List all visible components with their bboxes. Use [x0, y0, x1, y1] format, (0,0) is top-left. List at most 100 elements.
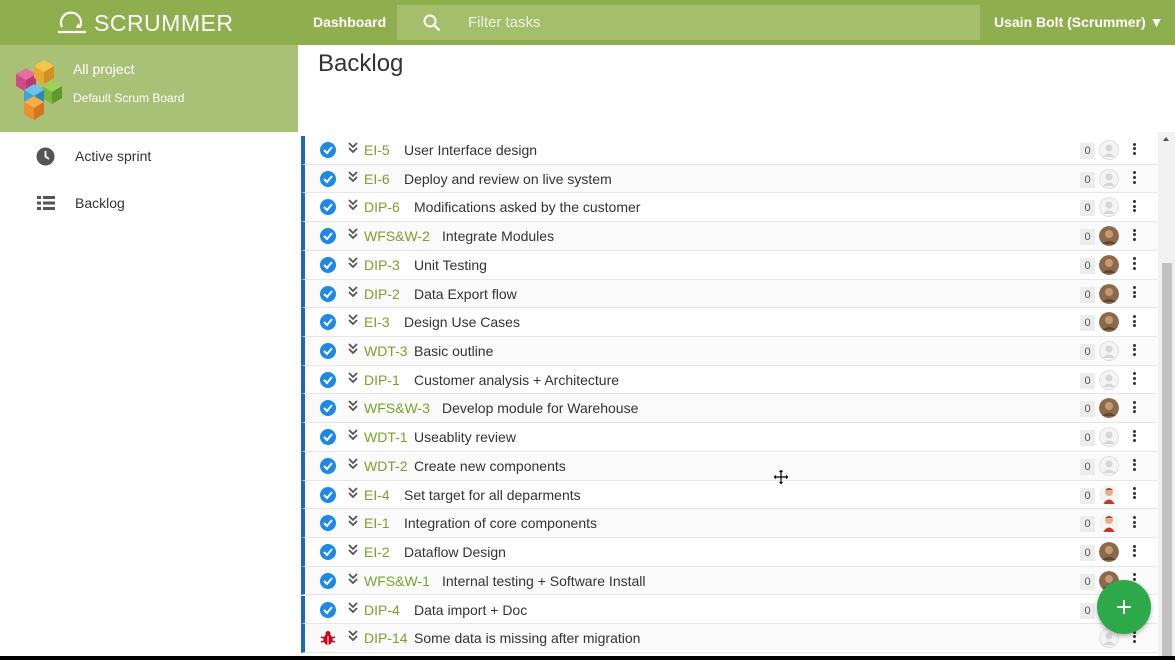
logo[interactable]: SCRUMMER [56, 9, 233, 37]
done-check-icon[interactable] [320, 314, 336, 331]
task-menu-icon[interactable] [1131, 198, 1137, 216]
task-key[interactable]: EI-5 [364, 142, 390, 158]
task-title[interactable]: Basic outline [414, 343, 493, 359]
sidebar-item-backlog[interactable]: Backlog [0, 183, 298, 223]
user-avatar-placeholder[interactable] [1099, 427, 1119, 448]
task-key[interactable]: DIP-3 [364, 257, 400, 273]
task-menu-icon[interactable] [1131, 342, 1137, 360]
task-row[interactable]: WDT-2 Create new components 0 [301, 451, 1157, 481]
task-title[interactable]: User Interface design [404, 142, 537, 158]
user-avatar-placeholder[interactable] [1099, 455, 1119, 476]
done-check-icon[interactable] [320, 343, 336, 360]
done-check-icon[interactable] [320, 544, 336, 561]
user-avatar[interactable] [1099, 513, 1119, 534]
add-task-button[interactable] [1097, 580, 1151, 634]
task-row[interactable]: WFS&W-2 Integrate Modules 0 [301, 222, 1157, 251]
user-avatar-placeholder[interactable] [1099, 369, 1119, 390]
task-row[interactable]: DIP-2 Data Export flow 0 [301, 279, 1157, 309]
task-row[interactable]: EI-2 Dataflow Design 0 [301, 538, 1157, 567]
done-check-icon[interactable] [320, 371, 336, 388]
done-check-icon[interactable] [320, 457, 336, 474]
user-avatar[interactable] [1099, 398, 1119, 419]
task-key[interactable]: WDT-3 [364, 343, 408, 359]
task-title[interactable]: Some data is missing after migration [414, 630, 640, 646]
task-menu-icon[interactable] [1131, 486, 1137, 504]
done-check-icon[interactable] [320, 142, 336, 158]
task-row[interactable]: EI-3 Design Use Cases 0 [301, 308, 1157, 337]
task-menu-icon[interactable] [1131, 457, 1137, 475]
done-check-icon[interactable] [320, 400, 336, 417]
task-menu-icon[interactable] [1131, 256, 1137, 274]
user-avatar-placeholder[interactable] [1099, 341, 1119, 362]
user-avatar-placeholder[interactable] [1099, 197, 1119, 218]
task-row[interactable]: WFS&W-1 Internal testing + Software Insta… [301, 566, 1157, 596]
task-row[interactable]: DIP-3 Unit Testing 0 [301, 250, 1157, 280]
task-row[interactable]: WDT-1 Useablity review 0 [301, 423, 1157, 452]
done-check-icon[interactable] [320, 601, 336, 618]
task-key[interactable]: WDT-1 [364, 429, 408, 445]
user-menu[interactable]: Usain Bolt (Scrummer) ▼ [994, 14, 1163, 30]
done-check-icon[interactable] [320, 285, 336, 302]
task-menu-icon[interactable] [1131, 399, 1137, 417]
task-title[interactable]: Deploy and review on live system [404, 171, 612, 187]
scrollbar-thumb[interactable] [1162, 263, 1172, 656]
task-title[interactable]: Useablity review [414, 429, 516, 445]
task-key[interactable]: DIP-14 [364, 630, 408, 646]
task-row[interactable]: WFS&W-3 Develop module for Warehouse 0 [301, 394, 1157, 424]
task-menu-icon[interactable] [1131, 285, 1137, 303]
done-check-icon[interactable] [320, 515, 336, 532]
task-key[interactable]: DIP-2 [364, 286, 400, 302]
task-key[interactable]: EI-3 [364, 314, 390, 330]
task-menu-icon[interactable] [1131, 227, 1137, 245]
task-title[interactable]: Integration of core components [404, 515, 597, 531]
task-menu-icon[interactable] [1131, 514, 1137, 532]
scroll-up-arrow-icon[interactable] [1163, 137, 1169, 141]
done-check-icon[interactable] [320, 228, 336, 245]
nav-dashboard-link[interactable]: Dashboard [313, 14, 386, 30]
task-title[interactable]: Unit Testing [414, 257, 487, 273]
task-row[interactable]: EI-4 Set target for all deparments 0 [301, 480, 1157, 510]
task-key[interactable]: EI-1 [364, 515, 390, 531]
task-title[interactable]: Data import + Doc [414, 602, 527, 618]
task-row[interactable]: DIP-6 Modifications asked by the customer… [301, 193, 1157, 223]
user-avatar[interactable] [1099, 484, 1119, 505]
task-title[interactable]: Modifications asked by the customer [414, 199, 640, 215]
search-input[interactable] [468, 5, 948, 40]
task-title[interactable]: Design Use Cases [404, 314, 520, 330]
task-key[interactable]: DIP-1 [364, 372, 400, 388]
task-row[interactable]: DIP-1 Customer analysis + Architecture 0 [301, 365, 1157, 395]
user-avatar[interactable] [1099, 542, 1119, 563]
task-title[interactable]: Customer analysis + Architecture [414, 372, 619, 388]
user-avatar-placeholder[interactable] [1099, 140, 1119, 160]
scrollbar[interactable] [1158, 132, 1175, 656]
done-check-icon[interactable] [320, 256, 336, 273]
task-row[interactable]: EI-6 Deploy and review on live system 0 [301, 164, 1157, 194]
task-key[interactable]: WFS&W-1 [364, 573, 430, 589]
done-check-icon[interactable] [320, 199, 336, 216]
task-title[interactable]: Create new components [414, 458, 566, 474]
task-row[interactable]: DIP-14 Some data is missing after migrati… [301, 624, 1157, 653]
task-menu-icon[interactable] [1131, 170, 1137, 188]
sidebar-item-active-sprint[interactable]: Active sprint [0, 136, 298, 176]
user-avatar-placeholder[interactable] [1099, 168, 1119, 189]
task-menu-icon[interactable] [1131, 141, 1137, 159]
user-avatar[interactable] [1099, 283, 1119, 304]
task-row[interactable]: DIP-4 Data import + Doc 0 [301, 595, 1157, 625]
done-check-icon[interactable] [320, 572, 336, 589]
task-menu-icon[interactable] [1131, 371, 1137, 389]
task-menu-icon[interactable] [1131, 543, 1137, 561]
task-key[interactable]: EI-4 [364, 487, 390, 503]
task-title[interactable]: Develop module for Warehouse [442, 400, 638, 416]
task-key[interactable]: WFS&W-3 [364, 400, 430, 416]
done-check-icon[interactable] [320, 429, 336, 446]
task-title[interactable]: Dataflow Design [404, 544, 506, 560]
task-title[interactable]: Integrate Modules [442, 228, 554, 244]
task-title[interactable]: Data Export flow [414, 286, 517, 302]
task-row[interactable]: WDT-3 Basic outline 0 [301, 337, 1157, 366]
task-row[interactable]: EI-1 Integration of core components 0 [301, 509, 1157, 539]
task-key[interactable]: EI-6 [364, 171, 390, 187]
user-avatar[interactable] [1099, 226, 1119, 247]
user-avatar[interactable] [1099, 254, 1119, 275]
task-key[interactable]: EI-2 [364, 544, 390, 560]
task-key[interactable]: WDT-2 [364, 458, 408, 474]
